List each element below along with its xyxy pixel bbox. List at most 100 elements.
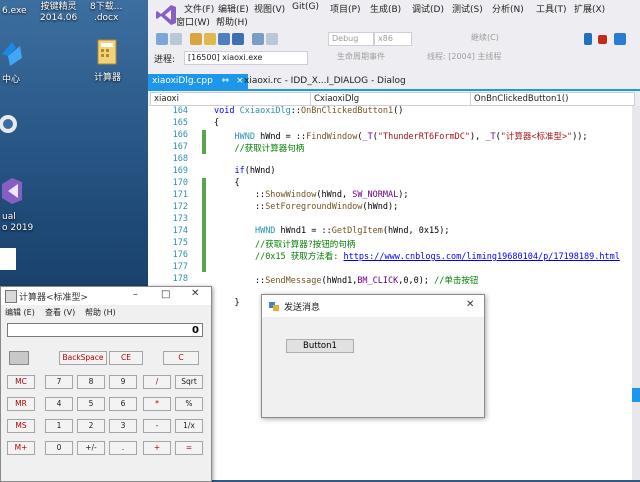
sqrt-button[interactable]: Sqrt <box>175 375 203 389</box>
menu-extensions[interactable]: 扩展(X) <box>574 2 605 15</box>
digit-9-button[interactable]: 9 <box>109 375 137 389</box>
menu-analyze[interactable]: 分析(N) <box>492 2 524 15</box>
close-icon[interactable]: ✕ <box>466 299 474 310</box>
project-dropdown[interactable]: xiaoxi <box>150 92 311 106</box>
digit-2-button[interactable]: 2 <box>77 419 105 433</box>
send-message-dialog: 发送消息 ✕ Button1 <box>261 294 485 418</box>
calc-menu-edit[interactable]: 编辑 (E) <box>5 307 35 318</box>
tab-xiaoxi-rc[interactable]: xiaoxi.rc - IDD_X...I_DIALOG - Dialog <box>240 74 410 89</box>
menu-file[interactable]: 文件(F) <box>184 2 214 15</box>
digit-6-button[interactable]: 6 <box>109 397 137 411</box>
button1[interactable]: Button1 <box>286 339 354 353</box>
menu-project[interactable]: 项目(P) <box>330 2 360 15</box>
method-label: OnBnClickedButton1() <box>474 94 569 104</box>
continue-button[interactable]: 继续(C) <box>468 32 514 44</box>
add-button[interactable]: + <box>143 441 171 455</box>
process-label: 进程: <box>154 55 176 65</box>
pin-icon[interactable]: ⇔ <box>222 76 230 86</box>
multiply-button[interactable]: * <box>143 397 171 411</box>
minimize-button[interactable]: – <box>133 289 138 300</box>
close-button[interactable]: ✕ <box>191 288 199 299</box>
undo-icon[interactable] <box>252 33 264 45</box>
app-icon[interactable] <box>0 112 22 138</box>
ms-button[interactable]: MS <box>7 419 35 433</box>
digit-5-button[interactable]: 5 <box>77 397 105 411</box>
lifecycle-events[interactable]: 生命周期事件 <box>334 51 426 63</box>
solution-config-select[interactable]: Debug <box>328 32 374 46</box>
line-number: 175 <box>172 238 188 248</box>
open-icon[interactable] <box>204 33 216 45</box>
process-select[interactable]: [16500] xiaoxi.exe <box>184 51 308 65</box>
menu-git[interactable]: Git(G) <box>292 2 319 12</box>
equals-button[interactable]: = <box>175 441 203 455</box>
divide-button[interactable]: / <box>143 375 171 389</box>
pause-icon[interactable] <box>584 33 592 45</box>
sign-button[interactable]: +/- <box>77 441 105 455</box>
code-line: { <box>214 118 220 128</box>
restart-icon[interactable] <box>614 33 626 45</box>
digit-1-button[interactable]: 1 <box>45 419 73 433</box>
digit-7-button[interactable]: 7 <box>45 375 73 389</box>
digit-8-button[interactable]: 8 <box>77 375 105 389</box>
stop-icon[interactable] <box>598 35 607 44</box>
class-dropdown[interactable]: CxiaoxiDlg <box>310 92 471 106</box>
vertical-scrollbar[interactable] <box>632 106 640 480</box>
vs-title-bar: 文件(F) 编辑(E) 视图(V) Git(G) 项目(P) 生成(B) 调试(… <box>148 0 640 30</box>
calc-menu-help[interactable]: 帮助 (H) <box>85 307 116 318</box>
visual-studio-icon[interactable] <box>0 176 24 206</box>
desktop-label-exe[interactable]: 6.exe <box>2 6 27 16</box>
menu-debug[interactable]: 调试(D) <box>412 2 444 15</box>
solution-platform-select[interactable]: x86 <box>374 32 412 46</box>
app-icon <box>269 302 279 311</box>
back-icon[interactable] <box>156 33 168 45</box>
line-number: 165 <box>172 118 188 128</box>
calculator-app-icon[interactable] <box>96 38 118 66</box>
ce-button[interactable]: CE <box>109 351 143 365</box>
code-editor[interactable]: 164 165 166 167 168 169 170 171 172 173 … <box>148 106 632 480</box>
calculator-display: 0 <box>7 323 203 337</box>
menu-view[interactable]: 视图(V) <box>254 2 285 15</box>
save-icon[interactable] <box>218 33 230 45</box>
redo-icon[interactable] <box>266 33 278 45</box>
subtract-button[interactable]: - <box>143 419 171 433</box>
menu-window[interactable]: 窗口(W) <box>176 15 210 28</box>
menu-build[interactable]: 生成(B) <box>370 2 401 15</box>
calculator-title-bar: 计算器<标准型> – □ ✕ <box>1 287 211 305</box>
reciprocal-button[interactable]: 1/x <box>175 419 203 433</box>
digit-4-button[interactable]: 4 <box>45 397 73 411</box>
tab-xiaoxidlg-cpp[interactable]: xiaoxiDlg.cpp ⇔ × <box>148 74 248 89</box>
save-all-icon[interactable] <box>232 33 244 45</box>
code-line: } <box>214 298 240 308</box>
desktop-label-anjian[interactable]: 按键精灵 2014.06 <box>40 2 77 24</box>
line-number: 172 <box>172 202 188 212</box>
mc-button[interactable]: MC <box>7 375 35 389</box>
c-button[interactable]: C <box>163 351 199 365</box>
desktop-label-calculator[interactable]: 计算器 <box>94 70 121 83</box>
calc-menu-view[interactable]: 查看 (V) <box>45 307 75 318</box>
line-number: 174 <box>172 226 188 236</box>
backspace-button[interactable]: BackSpace <box>59 351 107 365</box>
blue-app-icon[interactable] <box>0 40 24 68</box>
menu-tools[interactable]: 工具(T) <box>536 2 567 15</box>
thread-select[interactable]: 线程: [2004] 主线程 <box>424 51 540 63</box>
line-number: 173 <box>172 214 188 224</box>
decimal-button[interactable]: . <box>109 441 137 455</box>
digit-0-button[interactable]: 0 <box>45 441 73 455</box>
forward-icon[interactable] <box>170 33 182 45</box>
menu-test[interactable]: 测试(S) <box>452 2 483 15</box>
desktop-label-center[interactable]: 中心 <box>2 72 20 85</box>
menu-help[interactable]: 帮助(H) <box>216 15 248 28</box>
digit-3-button[interactable]: 3 <box>109 419 137 433</box>
desktop-label-docx[interactable]: 8下载... .docx <box>90 2 122 24</box>
document-icon[interactable] <box>0 248 16 270</box>
method-dropdown[interactable]: OnBnClickedButton1() <box>470 92 635 106</box>
line-number: 169 <box>172 166 188 176</box>
percent-button[interactable]: % <box>175 397 203 411</box>
menu-edit[interactable]: 编辑(E) <box>218 2 249 15</box>
m-plus-button[interactable]: M+ <box>7 441 35 455</box>
maximize-button[interactable]: □ <box>161 289 170 300</box>
change-bar <box>202 130 206 154</box>
new-project-icon[interactable] <box>190 33 202 45</box>
mr-button[interactable]: MR <box>7 397 35 411</box>
desktop-label-vs[interactable]: ual o 2019 <box>2 212 33 234</box>
